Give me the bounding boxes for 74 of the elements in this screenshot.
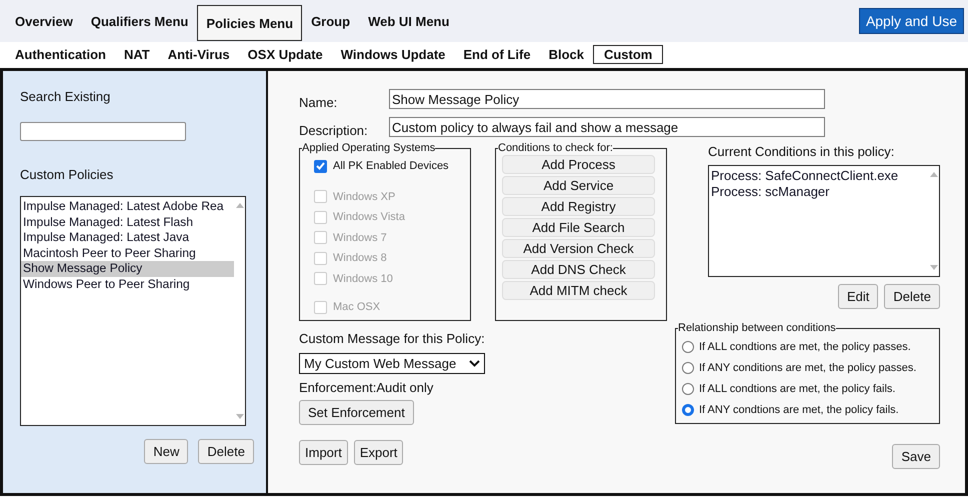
submenu-tab[interactable]: Authentication [6, 44, 115, 64]
message-label: Custom Message for this Policy: [299, 331, 486, 346]
submenu-tab[interactable]: Anti-Virus [158, 44, 239, 64]
checkbox-label: Windows 8 [333, 252, 387, 264]
menu-tab[interactable]: Overview [6, 3, 82, 39]
menu-tab[interactable]: Qualifiers Menu [82, 3, 198, 39]
message-dropdown[interactable]: My Custom Web Message [299, 353, 485, 374]
submenu-tab[interactable]: Custom [592, 44, 664, 64]
add-condition-button[interactable]: Add File Search [502, 218, 655, 237]
description-label: Description: [299, 122, 369, 138]
save-button[interactable]: Save [892, 444, 940, 469]
checkbox[interactable] [314, 160, 327, 173]
submenu-tab[interactable]: OSX Update [238, 44, 332, 64]
radio-button[interactable] [682, 382, 694, 394]
checkbox-label: Windows 10 [333, 272, 393, 285]
add-condition-button[interactable]: Add Version Check [502, 239, 655, 258]
search-field[interactable] [20, 122, 186, 141]
description-field[interactable]: Custom policy to always fail and show a message [389, 117, 825, 137]
list-label: Custom Policies [20, 167, 114, 182]
radio-label: If ALL condtions are met, the policy passes. [699, 340, 911, 352]
checkbox-label: Windows XP [333, 190, 396, 203]
delete-button[interactable]: Delete [884, 284, 940, 309]
checkbox-label: Mac OSX [333, 301, 380, 314]
submenu-tab[interactable]: NAT [115, 44, 159, 64]
policy-item[interactable]: Macintosh Peer to Peer Sharing [21, 246, 234, 261]
add-condition-button[interactable]: Add MITM check [502, 281, 655, 300]
new-button[interactable]: New [144, 439, 188, 464]
conditions-list[interactable]: Process: SafeConnectClient.exe Process: scManager [708, 165, 940, 277]
name-field[interactable]: Show Message Policy [389, 89, 825, 109]
submenu-tab[interactable]: Block [540, 44, 593, 64]
radio-button[interactable] [682, 362, 694, 374]
radio-label: If ANY condtions are met, the policy fails. [699, 404, 899, 416]
radio-button[interactable] [682, 340, 694, 352]
group-legend: Relationship between conditions [678, 322, 836, 334]
delete-button[interactable]: Delete [198, 439, 254, 464]
dropdown-caret-icon[interactable] [469, 360, 480, 367]
scroll-down-icon[interactable] [236, 414, 244, 419]
group-legend: Conditions to check for: [498, 142, 613, 154]
group-legend: Applied Operating Systems [302, 142, 436, 154]
add-condition-button[interactable]: Add Service [502, 176, 655, 195]
scroll-up-icon[interactable] [236, 203, 244, 208]
add-condition-button[interactable]: Add DNS Check [502, 260, 655, 279]
submenu-tab[interactable]: End of Life [454, 44, 540, 64]
conditions-label: Current Conditions in this policy: [708, 144, 894, 159]
condition-item[interactable]: Process: SafeConnectClient.exe [709, 168, 928, 184]
policy-item[interactable]: Impulse Managed: Latest Flash [21, 214, 234, 230]
policy-item[interactable]: Impulse Managed: Latest Java [21, 230, 234, 246]
condition-item[interactable]: Process: scManager [709, 184, 928, 199]
search-label: Search Existing [20, 89, 112, 104]
edit-button[interactable]: Edit [838, 284, 878, 309]
policy-item[interactable]: Show Message Policy [21, 261, 234, 276]
export-button[interactable]: Export [354, 440, 404, 465]
checkbox-label: Windows Vista [333, 211, 405, 224]
add-condition-button[interactable]: Add Process [502, 155, 655, 174]
menu-tab[interactable]: Web UI Menu [359, 3, 458, 39]
apply-button[interactable]: Apply and Use [858, 8, 964, 34]
submenu-tab[interactable]: Windows Update [332, 44, 454, 64]
policy-item[interactable]: Windows Peer to Peer Sharing [21, 276, 234, 292]
radio-label: If ALL condtions are met, the policy fails. [699, 382, 896, 394]
policy-item[interactable]: Impulse Managed: Latest Adobe Rea [21, 199, 234, 214]
checkbox-label: Windows 7 [333, 232, 387, 244]
set-enforcement-button[interactable]: Set Enforcement [299, 400, 414, 425]
enforcement-text: Enforcement:Audit only [299, 380, 434, 395]
menu-tab[interactable]: Policies Menu [197, 5, 302, 41]
scroll-down-icon[interactable] [930, 265, 938, 270]
menu-tab[interactable]: Group [302, 3, 360, 39]
import-button[interactable]: Import [299, 440, 348, 465]
radio-button[interactable] [682, 404, 694, 416]
radio-label: If ANY conditions are met, the policy passes. [699, 362, 916, 374]
name-label: Name: [299, 94, 338, 110]
checkbox-label: All PK Enabled Devices [333, 160, 449, 172]
scroll-up-icon[interactable] [930, 172, 938, 177]
add-condition-button[interactable]: Add Registry [502, 197, 655, 216]
policy-list[interactable]: Impulse Managed: Latest Adobe Rea Impulse Managed: Latest Flash Impulse Managed: Latest Java Macintosh Peer to Peer Sharing Show Message Policy Windows Peer to Peer Sharing [20, 196, 246, 426]
